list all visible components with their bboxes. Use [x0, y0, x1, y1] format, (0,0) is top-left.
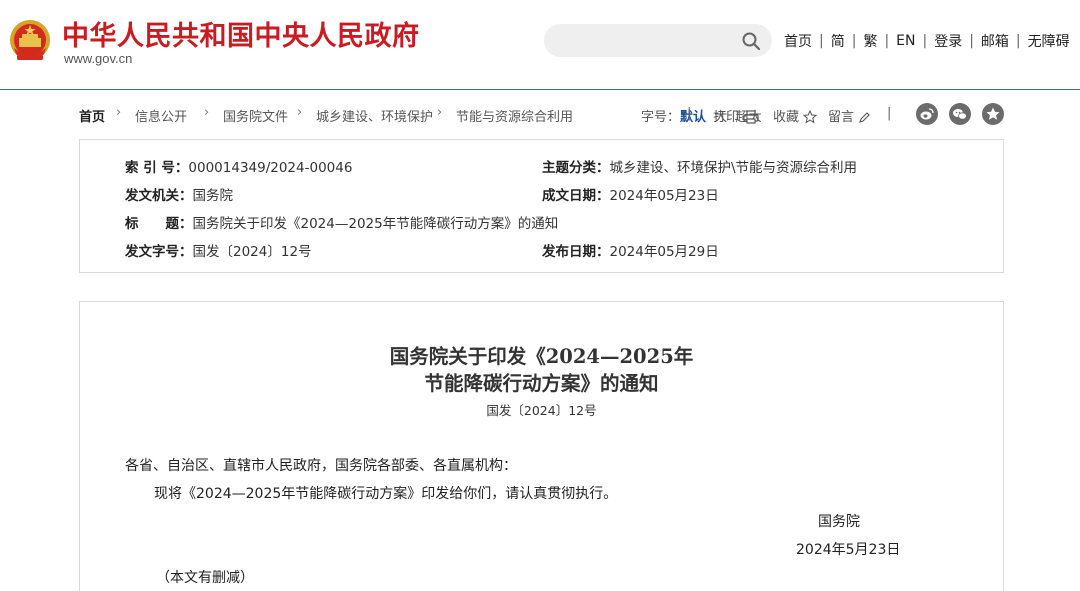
- favorite-label: 收藏: [773, 110, 800, 125]
- topic-value: 城乡建设、环境保护\节能与资源综合利用: [609, 160, 858, 176]
- nav-separator: |: [851, 33, 857, 49]
- title-value: 国务院关于印发《2024—2025年节能降碳行动方案》的通知: [192, 216, 559, 232]
- site-header: 中华人民共和国中央人民政府 www.gov.cn 首页 | 简 | 繁 | EN…: [0, 0, 1080, 89]
- issuer-value: 国务院: [192, 188, 234, 204]
- breadcrumb-info-public[interactable]: 信息公开: [135, 106, 187, 125]
- nav-separator: |: [884, 33, 890, 49]
- written-date-label: 成文日期：: [542, 188, 610, 204]
- info-docno-row: 发文字号：国发〔2024〕12号: [125, 240, 312, 260]
- article-date: 2024年5月23日: [796, 542, 901, 558]
- printer-icon: [743, 110, 759, 124]
- index-label: 索 引 号：: [125, 160, 189, 176]
- nav-traditional[interactable]: 繁: [863, 31, 877, 51]
- wechat-icon[interactable]: [949, 103, 971, 125]
- header-divider: [0, 89, 1080, 90]
- weibo-icon[interactable]: [916, 103, 938, 125]
- site-title[interactable]: 中华人民共和国中央人民政府: [62, 14, 420, 53]
- article-salutation: 各省、自治区、直辖市人民政府，国务院各部委、各直属机构：: [125, 458, 517, 474]
- comment-label: 留言: [828, 110, 855, 125]
- search-box[interactable]: [544, 24, 772, 57]
- info-issuer-row: 发文机关：国务院: [125, 184, 233, 204]
- breadcrumb-energy-saving[interactable]: 节能与资源综合利用: [456, 106, 573, 125]
- nav-simplified[interactable]: 简: [831, 31, 845, 51]
- search-icon[interactable]: [741, 31, 761, 51]
- nav-login[interactable]: 登录: [934, 31, 962, 51]
- print-label: 打印: [713, 110, 740, 125]
- docno-value: 国发〔2024〕12号: [192, 244, 312, 260]
- document-info-panel: 索 引 号：000014349/2024-00046 主题分类：城乡建设、环境保…: [79, 139, 1004, 273]
- article-doc-number: 国发〔2024〕12号: [486, 403, 597, 418]
- breadcrumb: 首页 › 信息公开 › 国务院文件 › 城乡建设、环境保护 › 节能与资源综合利…: [79, 103, 1005, 125]
- national-emblem-icon[interactable]: [8, 18, 52, 64]
- font-size-default[interactable]: 默认: [680, 110, 706, 125]
- info-written-date-row: 成文日期：2024年05月23日: [542, 184, 719, 204]
- favorite-button[interactable]: 收藏: [773, 106, 818, 125]
- comment-button[interactable]: 留言: [828, 106, 871, 125]
- nav-english[interactable]: EN: [896, 33, 915, 49]
- site-domain: www.gov.cn: [64, 51, 133, 66]
- toolbar-separator: |: [887, 106, 892, 121]
- top-nav: 首页 | 简 | 繁 | EN | 登录 | 邮箱 | 无障碍: [784, 31, 1070, 51]
- font-size-label: 字号：: [641, 110, 681, 125]
- breadcrumb-home[interactable]: 首页: [79, 106, 105, 125]
- docno-label: 发文字号：: [125, 244, 193, 260]
- article-title-line-2: 节能降碳行动方案》的通知: [424, 372, 659, 395]
- nav-separator: |: [819, 33, 824, 49]
- info-index-row: 索 引 号：000014349/2024-00046: [125, 156, 352, 176]
- article-note: （本文有删减）: [156, 570, 254, 586]
- star-icon[interactable]: [982, 103, 1004, 125]
- nav-mailbox[interactable]: 邮箱: [981, 31, 1009, 51]
- breadcrumb-chevron-icon: ›: [297, 105, 303, 120]
- breadcrumb-chevron-icon: ›: [204, 105, 210, 120]
- article-signature: 国务院: [818, 514, 860, 530]
- print-button[interactable]: 打印: [713, 106, 759, 125]
- toolbar-separator: |: [687, 106, 692, 121]
- topic-label: 主题分类：: [542, 160, 610, 176]
- article-paragraph: 现将《2024—2025年节能降碳行动方案》印发给你们，请认真贯彻执行。: [154, 486, 618, 502]
- info-title-row: 标 题：国务院关于印发《2024—2025年节能降碳行动方案》的通知: [125, 212, 558, 232]
- breadcrumb-chevron-icon: ›: [116, 105, 122, 120]
- nav-separator: |: [969, 33, 974, 49]
- published-date-value: 2024年05月29日: [609, 244, 719, 260]
- article-body: 国务院关于印发《2024—2025年 节能降碳行动方案》的通知 国发〔2024〕…: [79, 301, 1004, 591]
- info-published-date-row: 发布日期：2024年05月29日: [542, 240, 719, 260]
- article-title-line-1: 国务院关于印发《2024—2025年: [389, 345, 694, 368]
- breadcrumb-urban-env[interactable]: 城乡建设、环境保护: [316, 106, 433, 125]
- published-date-label: 发布日期：: [542, 244, 610, 260]
- breadcrumb-state-council-docs[interactable]: 国务院文件: [223, 106, 288, 125]
- index-value: 000014349/2024-00046: [188, 160, 353, 176]
- nav-accessibility[interactable]: 无障碍: [1028, 31, 1070, 51]
- nav-home[interactable]: 首页: [784, 31, 812, 51]
- breadcrumb-chevron-icon: ›: [437, 105, 443, 120]
- nav-separator: |: [922, 33, 928, 49]
- issuer-label: 发文机关：: [125, 188, 193, 204]
- title-label: 标 题：: [125, 216, 193, 232]
- nav-separator: |: [1015, 33, 1021, 49]
- pencil-icon: [859, 112, 870, 123]
- info-topic-row: 主题分类：城乡建设、环境保护\节能与资源综合利用: [542, 156, 857, 176]
- written-date-value: 2024年05月23日: [609, 188, 719, 204]
- star-outline-icon: [803, 110, 818, 124]
